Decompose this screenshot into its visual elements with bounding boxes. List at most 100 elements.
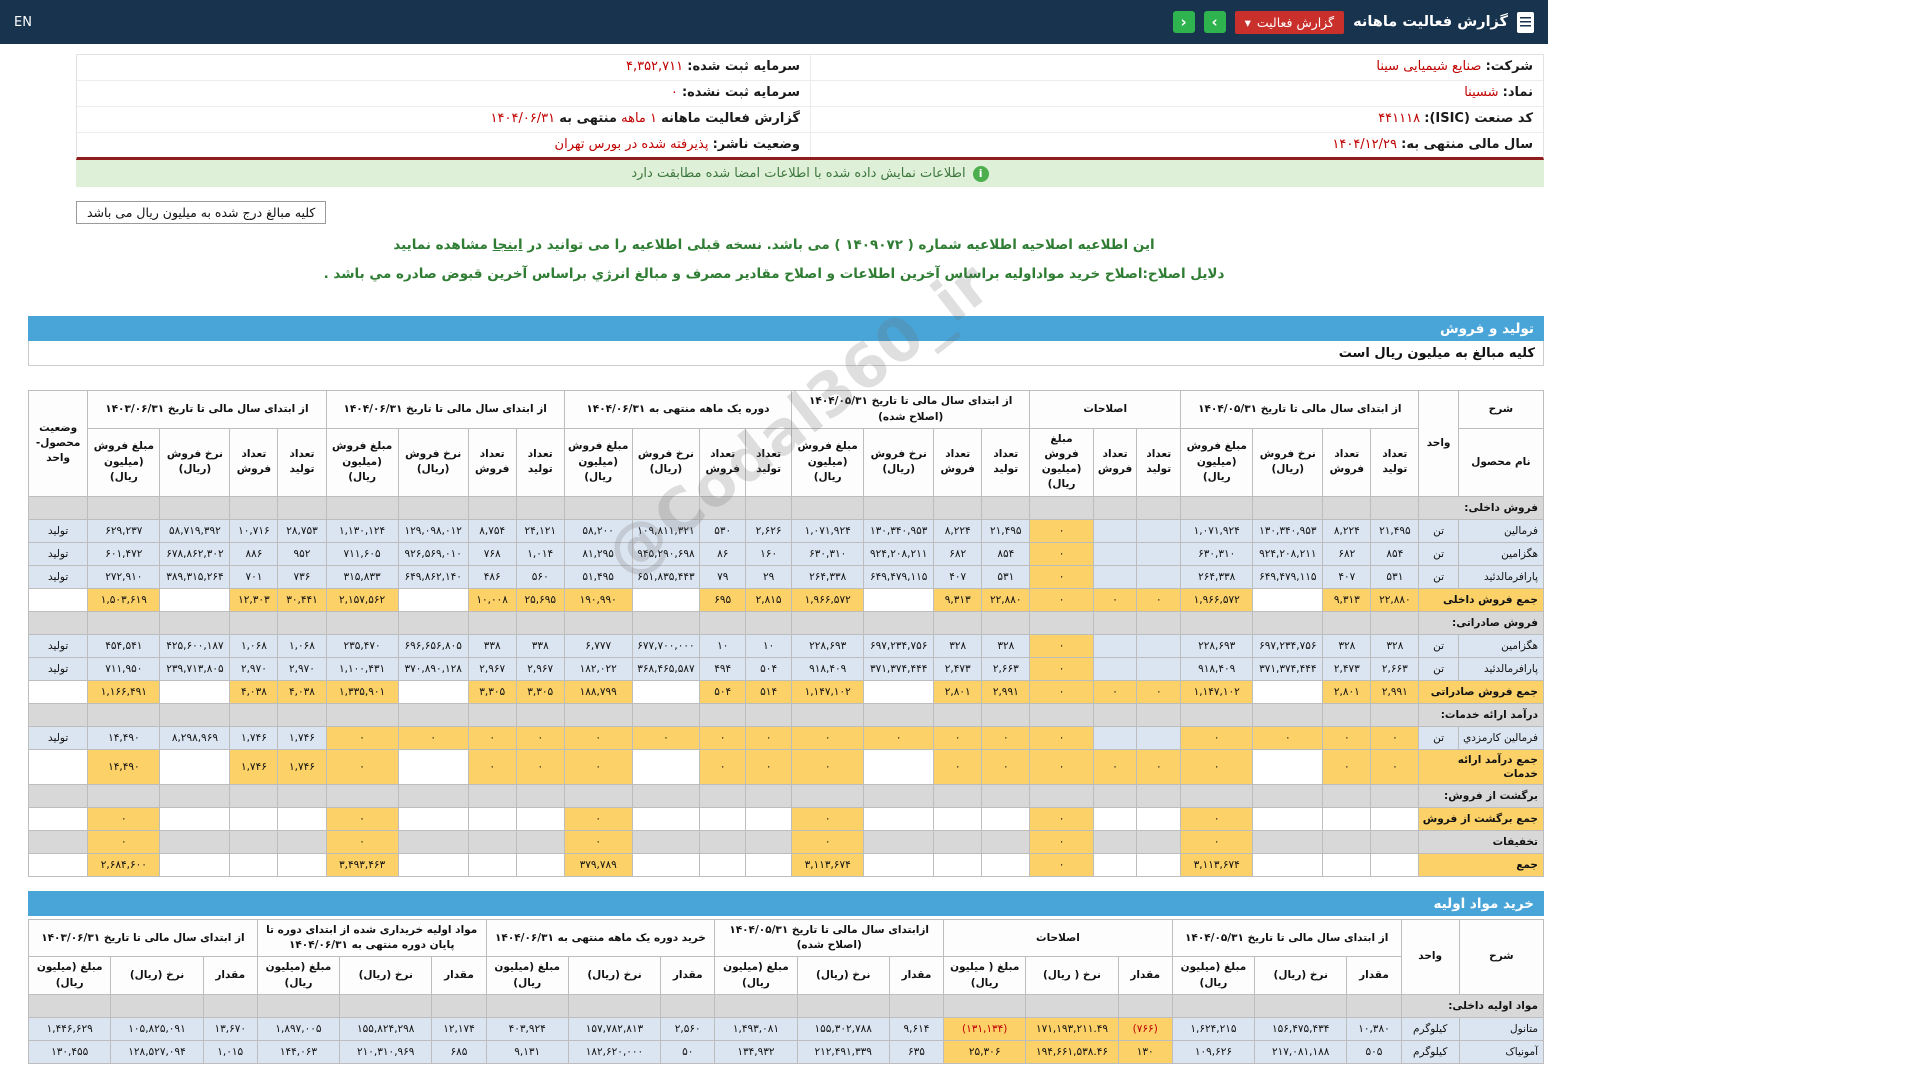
table-cell	[159, 587, 231, 612]
table-cell	[745, 830, 793, 855]
table-cell: ۵۸,۲۰۰	[563, 518, 633, 543]
prev-report-button[interactable]: ‹	[1172, 11, 1195, 33]
table-cell: ۲۲۸,۶۹۳	[1180, 633, 1254, 658]
table-cell: ۶۰۱,۴۷۲	[87, 541, 161, 566]
table-cell: ۱۰,۷۱۶	[229, 518, 279, 543]
table-cell	[1136, 564, 1182, 589]
table-cell: ۳۲۸	[981, 633, 1031, 658]
table-cell: ۰	[87, 830, 161, 855]
column-header: نرخ فروش (ریال)	[397, 427, 469, 497]
company-info-right-cell: سال مالی منتهی به: ۱۴۰۴/۱۲/۲۹	[810, 132, 1543, 158]
info-label: سرمایه ثبت نشده:	[681, 84, 800, 100]
table-cell: ۳۰,۴۴۱	[277, 587, 327, 612]
column-header: اصلاحات	[943, 919, 1173, 958]
table-cell: ۲۶۴,۳۳۸	[791, 564, 865, 589]
info-value: شسینا	[1464, 84, 1499, 100]
table-cell	[745, 784, 793, 809]
table-cell: ۱,۷۴۶	[277, 748, 327, 786]
table-cell: ۰	[1136, 748, 1182, 786]
column-header: مبلغ فروش (میلیون ریال)	[791, 427, 865, 497]
report-type-dropdown[interactable]: گزارش فعالیت ▾	[1234, 10, 1345, 34]
table-cell: ۵۰۴	[745, 656, 793, 681]
previous-version-link[interactable]: اینجا	[493, 237, 523, 253]
table-cell: ۲,۶۶۳	[981, 656, 1031, 681]
info-label: کد صنعت (ISIC):	[1424, 110, 1533, 126]
column-header: تعداد تولید	[277, 427, 327, 497]
column-header: مقدار	[660, 956, 716, 995]
table-cell	[1117, 993, 1173, 1018]
table-row: برگشت از فروش:	[27, 784, 1544, 809]
table-cell: ۱,۶۲۴,۲۱۵	[1171, 1016, 1256, 1041]
column-header: تعداد فروش	[1322, 427, 1372, 497]
table-cell: ۱,۰۷۱,۹۲۴	[791, 518, 865, 543]
table-cell: ۱,۰۱۴	[515, 541, 565, 566]
table-cell	[1252, 807, 1324, 832]
column-header: از ابتدای سال مالی تا تاریخ ۱۴۰۳/۰۶/۳۱	[87, 390, 327, 429]
table-cell: ۰	[791, 748, 865, 786]
table-cell: ۱۰	[745, 633, 793, 658]
table-cell: ۱۰۹,۶۲۶	[1171, 1039, 1256, 1064]
table-cell: ۶۹۵	[699, 587, 747, 612]
table-row: فروش صادراتی:	[27, 610, 1544, 635]
table-cell	[1180, 784, 1254, 809]
table-cell	[1370, 807, 1420, 832]
table-cell: ۱۰	[699, 633, 747, 658]
column-header: نرخ فروش (ریال)	[631, 427, 701, 497]
table-cell: ۱۹۰,۹۹۰	[563, 587, 633, 612]
column-header: مقدار	[1117, 956, 1173, 995]
info-label: سال مالی منتهی به:	[1401, 136, 1533, 152]
table-cell: ۱۳۰,۳۴۰,۹۵۳	[863, 518, 935, 543]
table-cell: ۹۴۵,۲۹۰,۶۹۸	[631, 541, 701, 566]
table-row: متانول کیلوگرم ۱۰,۳۸۰ ۱۵۶,۴۷۵,۴۳۴ ۱,۶۲۴,۲۱۵(…	[27, 1016, 1545, 1041]
column-header: مقدار	[202, 956, 258, 995]
column-header: مبلغ (میلیون ریال)	[714, 956, 798, 995]
column-header: ازابتدای سال مالی تا تاریخ ۱۴۰۴/۰۵/۳۱ (ا…	[714, 919, 945, 958]
info-label: سرمایه ثبت شده:	[687, 59, 800, 74]
table-cell	[1180, 495, 1254, 520]
table-cell: ۱,۷۴۶	[277, 725, 327, 750]
column-header: تعداد تولید	[745, 427, 793, 497]
table-cell: ۹۱۸,۴۰۹	[1180, 656, 1254, 681]
table-cell	[745, 853, 793, 878]
column-header: واحد	[1418, 390, 1459, 497]
table-cell: ۲۴,۱۲۱	[515, 518, 565, 543]
table-cell: ۱۵۵,۳۰۲,۷۸۸	[796, 1016, 890, 1041]
table-cell	[1029, 610, 1094, 635]
column-header: تعداد تولید	[981, 427, 1031, 497]
report-type-label: گزارش فعالیت	[1256, 14, 1335, 30]
table-cell: ۰	[467, 725, 517, 750]
unit-cell: تن	[1418, 656, 1459, 681]
unit-cell: تن	[1418, 541, 1459, 566]
table-cell	[467, 807, 517, 832]
table-cell	[1092, 564, 1138, 589]
info-label: نماد:	[1502, 84, 1533, 100]
table-cell	[699, 495, 747, 520]
language-toggle[interactable]: EN	[14, 15, 32, 30]
table-cell	[1136, 853, 1182, 878]
table-cell	[397, 679, 469, 704]
table-cell	[863, 784, 935, 809]
table-cell	[1370, 784, 1420, 809]
row-label: هگزامین	[1457, 633, 1545, 658]
table-cell	[863, 807, 935, 832]
table-cell: ۱۸۲,۰۲۲	[563, 656, 633, 681]
column-header: وضعیت محصول-واحد	[27, 390, 89, 497]
company-info-left-cell: سرمایه ثبت شده: ۴,۳۵۲,۷۱۱	[77, 55, 810, 80]
table-cell: ۱۶۰	[745, 541, 793, 566]
table-cell: ۱۰,۰۰۸	[467, 587, 517, 612]
row-label: آمونیاک	[1458, 1039, 1545, 1064]
table-cell	[745, 610, 793, 635]
table-cell	[1092, 725, 1138, 750]
table-cell: ۰	[745, 725, 793, 750]
table-cell: ۰	[1180, 807, 1254, 832]
table-cell	[631, 830, 701, 855]
table-cell	[631, 610, 701, 635]
page: گزارش فعالیت ماهانه گزارش فعالیت ▾ › ‹ E…	[0, 0, 1548, 1064]
table-cell	[397, 587, 469, 612]
next-report-button[interactable]: ›	[1203, 11, 1226, 33]
table-cell: ۲۷۲,۹۱۰	[87, 564, 161, 589]
table-cell: ۱,۱۶۶,۴۹۱	[87, 679, 161, 704]
table-cell	[1092, 518, 1138, 543]
table-cell	[1136, 541, 1182, 566]
table-cell	[325, 610, 399, 635]
